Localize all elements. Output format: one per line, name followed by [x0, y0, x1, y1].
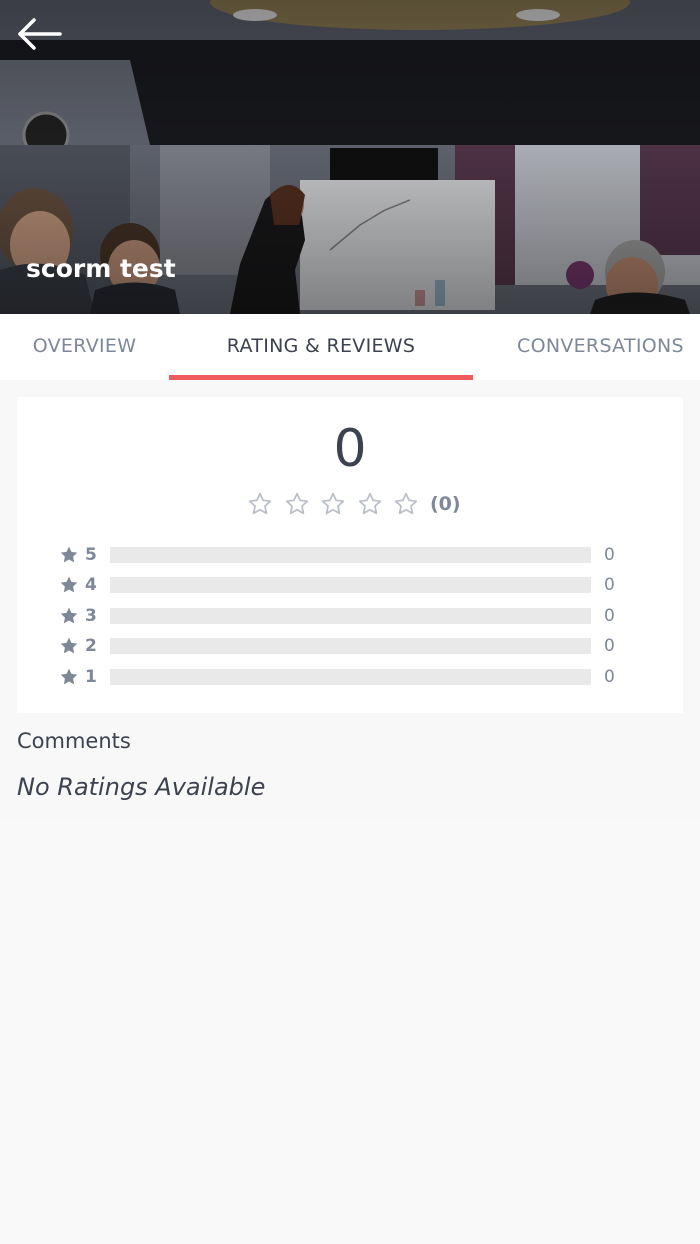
empty-state-text: No Ratings Available: [17, 773, 266, 801]
tab-overview[interactable]: OVERVIEW: [0, 314, 169, 380]
rating-bar-count: 0: [604, 606, 615, 626]
course-title: scorm test: [26, 254, 176, 283]
star-outline-icon: [358, 492, 381, 515]
star-outline-icon: [248, 492, 272, 515]
content-background: [0, 820, 700, 1244]
star-filled-icon: [60, 668, 78, 685]
rating-bar-row-4: 4 0: [59, 575, 619, 595]
star-outline-icon: [322, 492, 345, 515]
comments-heading: Comments: [17, 729, 131, 753]
star-filled-icon: [60, 607, 78, 624]
rating-bar-track: [110, 638, 591, 654]
star-filled-icon: [60, 576, 78, 593]
average-stars: (0): [247, 491, 461, 517]
rating-bar-label: 5: [85, 545, 97, 565]
rating-summary-card: 0 (0) 5 0 4 0 3 0 2 0 1 0: [17, 397, 683, 713]
active-tab-indicator: [169, 375, 473, 380]
rating-bar-row-3: 3 0: [59, 606, 619, 626]
page: scorm test OVERVIEW RATING & REVIEWS CON…: [0, 0, 700, 1244]
rating-bar-label: 4: [85, 575, 97, 595]
star-outline-icon: [285, 492, 308, 515]
rating-bar-track: [110, 669, 591, 685]
rating-bar-count: 0: [604, 545, 615, 565]
rating-bar-label: 3: [85, 606, 97, 626]
tab-bar: OVERVIEW RATING & REVIEWS CONVERSATIONS: [0, 314, 700, 380]
rating-bar-row-2: 2 0: [59, 636, 619, 656]
rating-count: (0): [429, 493, 461, 515]
rating-bar-count: 0: [604, 667, 615, 687]
rating-bar-row-5: 5 0: [59, 545, 619, 565]
rating-bar-row-1: 1 0: [59, 667, 619, 687]
rating-bar-label: 1: [85, 667, 97, 687]
tab-rating-reviews[interactable]: RATING & REVIEWS: [169, 314, 473, 380]
arrow-left-icon: [18, 18, 62, 50]
course-hero: scorm test: [0, 0, 700, 314]
rating-bar-count: 0: [604, 575, 615, 595]
rating-bar-track: [110, 547, 591, 563]
rating-bar-count: 0: [604, 636, 615, 656]
star-outline-icon: [395, 492, 418, 515]
rating-bar-track: [110, 577, 591, 593]
star-filled-icon: [60, 546, 78, 563]
average-rating: 0: [333, 419, 367, 479]
rating-bar-track: [110, 608, 591, 624]
star-filled-icon: [60, 637, 78, 654]
back-button[interactable]: [14, 14, 66, 54]
tab-conversations[interactable]: CONVERSATIONS: [504, 314, 700, 380]
rating-bar-label: 2: [85, 636, 97, 656]
